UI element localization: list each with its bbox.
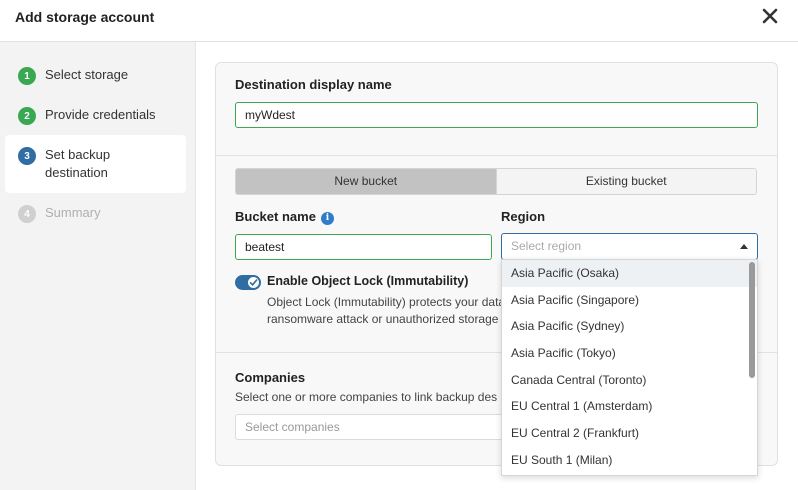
region-label: Region [501, 209, 546, 224]
divider [216, 155, 777, 156]
new-bucket-button[interactable]: New bucket [236, 169, 496, 194]
destination-name-label: Destination display name [235, 77, 392, 92]
step-summary: 4 Summary [5, 204, 186, 223]
region-option[interactable]: EU South 1 (Milan) [502, 447, 757, 474]
object-lock-toggle[interactable] [235, 275, 261, 290]
step-provide-credentials[interactable]: 2 Provide credentials [5, 106, 186, 125]
step-label: Provide credentials [45, 107, 156, 122]
dialog-title: Add storage account [15, 9, 155, 25]
object-lock-desc-line1: Object Lock (Immutability) protects your… [267, 295, 502, 309]
step-number: 1 [18, 67, 36, 85]
object-lock-label: Enable Object Lock (Immutability) [267, 274, 469, 288]
region-option[interactable]: Canada Central (Toronto) [502, 367, 757, 394]
check-icon [248, 277, 259, 288]
bucket-name-label-row: Bucket name i [235, 209, 334, 225]
info-icon[interactable]: i [320, 211, 334, 225]
step-label: Select storage [45, 67, 129, 82]
region-option[interactable]: Asia Pacific (Tokyo) [502, 340, 757, 367]
bucket-name-label: Bucket name [235, 209, 316, 224]
step-label: Set backup destination [45, 146, 110, 182]
region-placeholder: Select region [511, 239, 582, 253]
region-option[interactable]: EU Central 2 (Frankfurt) [502, 420, 757, 447]
close-icon[interactable] [760, 6, 780, 26]
destination-name-input[interactable]: myWdest [235, 102, 758, 128]
region-option[interactable]: Asia Pacific (Sydney) [502, 313, 757, 340]
companies-select[interactable]: Select companies [235, 414, 510, 440]
chevron-up-icon [740, 244, 748, 249]
step-label: Summary [45, 205, 101, 220]
companies-description: Select one or more companies to link bac… [235, 390, 498, 404]
step-select-storage[interactable]: 1 Select storage [5, 66, 186, 85]
dropdown-scrollbar[interactable] [749, 262, 755, 378]
region-option[interactable]: Asia Pacific (Osaka) [502, 260, 757, 287]
wizard-steps-sidebar: 1 Select storage 2 Provide credentials 3… [0, 42, 196, 490]
object-lock-description: Object Lock (Immutability) protects your… [267, 294, 502, 328]
step-number: 3 [18, 147, 36, 165]
companies-label: Companies [235, 370, 306, 385]
step-number: 2 [18, 107, 36, 125]
region-option[interactable]: EU Central 1 (Amsterdam) [502, 393, 757, 420]
dialog-header: Add storage account [0, 0, 798, 42]
bucket-mode-toggle: New bucket Existing bucket [235, 168, 757, 195]
step-label-line2: destination [45, 165, 108, 180]
bucket-name-input[interactable]: beatest [235, 234, 492, 260]
existing-bucket-button[interactable]: Existing bucket [495, 169, 756, 194]
region-select[interactable]: Select region [501, 233, 758, 260]
region-option[interactable]: Asia Pacific (Singapore) [502, 287, 757, 314]
step-number: 4 [18, 205, 36, 223]
step-label-line1: Set backup [45, 147, 111, 162]
object-lock-desc-line2: ransomware attack or unauthorized storag… [267, 312, 502, 326]
step-set-backup-destination[interactable]: 3 Set backup destination [5, 135, 186, 193]
region-dropdown: Asia Pacific (Osaka) Asia Pacific (Singa… [501, 259, 758, 476]
